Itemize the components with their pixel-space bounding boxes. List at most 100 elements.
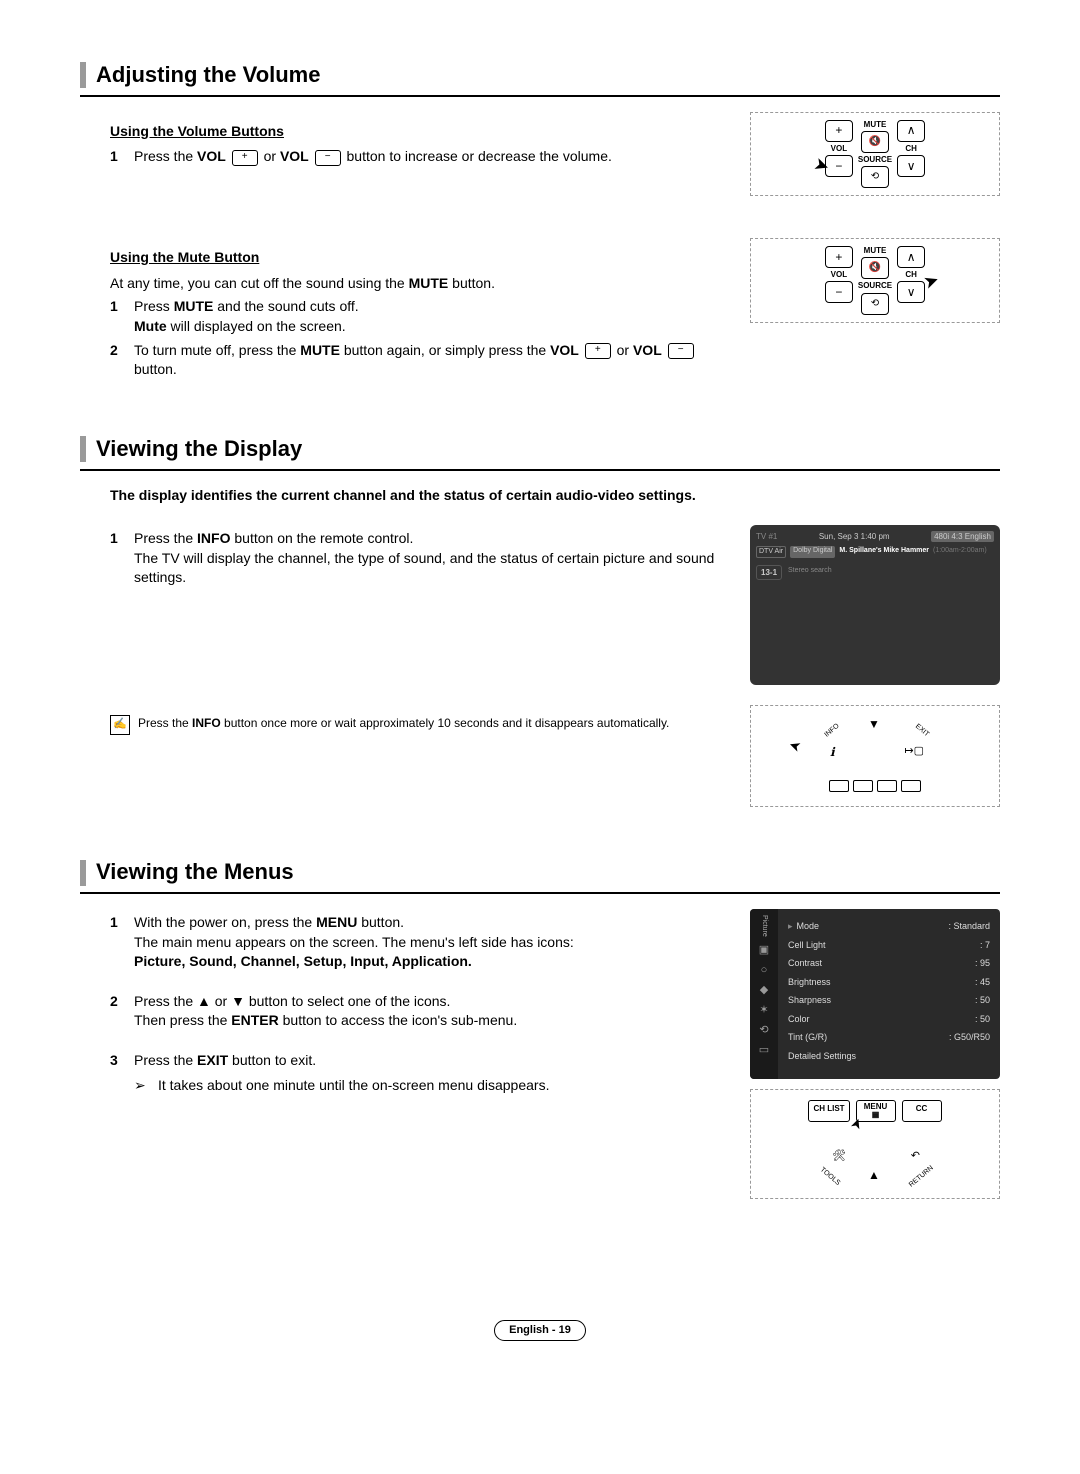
source-button: ⟲: [861, 293, 889, 315]
cc-button: CC: [902, 1100, 942, 1122]
ch-up-button: ∧: [897, 246, 925, 268]
footer: English - 19: [80, 1319, 1000, 1341]
title-text: Viewing the Menus: [96, 857, 294, 888]
menu-item: Brightness: 45: [788, 973, 990, 992]
pointer-right-icon: ➢: [134, 1076, 158, 1096]
display-row-1: 1 Press the INFO button on the remote co…: [80, 525, 1000, 685]
exit-icon: ↦▢: [904, 744, 924, 759]
step-number: 2: [110, 992, 134, 1031]
text-column: Using the Mute Button At any time, you c…: [80, 238, 730, 384]
step: 3 Press the EXIT button to exit.: [110, 1051, 730, 1071]
menu-item: Sharpness: 50: [788, 991, 990, 1010]
remote-diagram-volume: + VOL − MUTE 🔇 SOURCE ⟲ ∧ CH ∨ ➤: [750, 112, 1000, 196]
tv-info-screen: TV #1 Sun, Sep 3 1:40 pm 480i 4:3 Englis…: [750, 525, 1000, 685]
mute-button: 🔇: [861, 131, 889, 153]
note-text: Press the INFO button once more or wait …: [138, 715, 669, 732]
tv-show-title: M. Spillane's Mike Hammer: [839, 546, 929, 558]
info-i-icon: ℹ: [830, 744, 835, 761]
ch-up-button: ∧: [897, 120, 925, 142]
remote-diagram-mute: + VOL − MUTE 🔇 SOURCE ⟲ ∧ CH ∨ ➤: [750, 238, 1000, 322]
return-label: RETURN: [907, 1164, 936, 1190]
menu-grid-icon: ▦: [872, 1111, 880, 1119]
menu-item: Cell Light: 7: [788, 936, 990, 955]
text-column: ✍ Press the INFO button once more or wai…: [80, 705, 730, 735]
vol-minus-button: −: [825, 281, 853, 303]
color-buttons: [829, 780, 921, 792]
tv-title: TV #1: [756, 531, 777, 542]
step-text: Press the EXIT button to exit.: [134, 1051, 730, 1071]
step: 1 Press the VOL + or VOL − button to inc…: [110, 147, 730, 167]
mute-intro: At any time, you can cut off the sound u…: [110, 274, 730, 294]
return-icon: ↶: [911, 1149, 920, 1164]
section-volume: Adjusting the Volume Using the Volume Bu…: [80, 60, 1000, 384]
color-button: [901, 780, 921, 792]
tv-date: Sun, Sep 3 1:40 pm: [819, 531, 890, 542]
figure-column: + VOL − MUTE 🔇 SOURCE ⟲ ∧ CH ∨ ➤: [750, 112, 1000, 208]
volume-row-2: Using the Mute Button At any time, you c…: [80, 238, 1000, 384]
step-number: 1: [110, 913, 134, 972]
ch-down-button: ∨: [897, 155, 925, 177]
remote-nav-diagram-info: ▼ INFO ℹ EXIT ↦▢ ➤: [750, 705, 1000, 807]
title-accent-bar: [80, 860, 86, 886]
minus-icon: −: [668, 343, 694, 359]
tv-channel: 13-1: [756, 565, 782, 580]
step: 2 To turn mute off, press the MUTE butto…: [110, 341, 730, 380]
menu-item: Contrast: 95: [788, 954, 990, 973]
figure-column: ▼ INFO ℹ EXIT ↦▢ ➤: [750, 705, 1000, 807]
up-arrow-icon: ▼: [868, 716, 880, 733]
pointer-arrow-icon: ➤: [786, 735, 804, 757]
color-button: [829, 780, 849, 792]
picture-icon: ▣: [757, 943, 771, 957]
step-number: 3: [110, 1051, 134, 1071]
step-text: To turn mute off, press the MUTE button …: [134, 341, 730, 380]
text-column: Using the Volume Buttons 1 Press the VOL…: [80, 112, 730, 171]
menu-item: ▸Mode: Standard: [788, 917, 990, 936]
step-number: 1: [110, 147, 134, 167]
step-text: Press MUTE and the sound cuts off. Mute …: [134, 297, 730, 336]
menu-sidebar: Picture ▣ ○ ◆ ✶ ⟲ ▭: [750, 909, 778, 1079]
color-button: [877, 780, 897, 792]
volume-row-1: Using the Volume Buttons 1 Press the VOL…: [80, 112, 1000, 208]
menu-side-label: Picture: [759, 915, 769, 937]
section-title: Viewing the Display: [80, 434, 1000, 471]
step: 1 Press MUTE and the sound cuts off. Mut…: [110, 297, 730, 336]
tv-air-badge: DTV Air: [756, 546, 786, 558]
step-text: Press the VOL + or VOL − button to incre…: [134, 147, 730, 167]
step-number: 1: [110, 297, 134, 336]
arrow-note: ➢ It takes about one minute until the on…: [134, 1076, 730, 1096]
step: 1 Press the INFO button on the remote co…: [110, 529, 730, 588]
step-number: 1: [110, 529, 134, 588]
menu-item: Color: 50: [788, 1010, 990, 1029]
tv-search: Stereo search: [788, 566, 832, 576]
step-text: Press the ▲ or ▼ button to select one of…: [134, 992, 730, 1031]
menu-item: Detailed Settings: [788, 1047, 990, 1066]
note: ✍ Press the INFO button once more or wai…: [110, 715, 730, 735]
section-title: Adjusting the Volume: [80, 60, 1000, 97]
step-text: Press the INFO button on the remote cont…: [134, 529, 730, 588]
sound-icon: ○: [757, 963, 771, 977]
vol-plus-button: +: [825, 246, 853, 268]
text-column: 1 Press the INFO button on the remote co…: [80, 525, 730, 592]
exit-label: EXIT: [913, 722, 931, 740]
source-button: ⟲: [861, 166, 889, 188]
remote-nav-diagram-menu: CH LIST MENU▦ CC ▲ TOOLS 🛠 RETURN ↶ ➤: [750, 1089, 1000, 1199]
title-accent-bar: [80, 436, 86, 462]
subhead-volume-buttons: Using the Volume Buttons: [110, 122, 730, 142]
vol-plus-button: +: [825, 120, 853, 142]
subhead-mute: Using the Mute Button: [110, 248, 730, 268]
input-icon: ⟲: [757, 1023, 771, 1037]
menu-main: ▸Mode: Standard Cell Light: 7 Contrast: …: [778, 909, 1000, 1079]
step: 1 With the power on, press the MENU butt…: [110, 913, 730, 972]
menu-arrow-icon: ▸: [788, 921, 793, 931]
info-label: INFO: [823, 722, 842, 740]
plus-icon: +: [585, 343, 611, 359]
arrow-note-text: It takes about one minute until the on-s…: [158, 1076, 549, 1096]
chlist-button: CH LIST: [808, 1100, 849, 1122]
menu-screen: Picture ▣ ○ ◆ ✶ ⟲ ▭ ▸Mode: Standard Cell…: [750, 909, 1000, 1079]
tv-format-badge: 480i 4:3 English: [931, 531, 994, 542]
menus-row: 1 With the power on, press the MENU butt…: [80, 909, 1000, 1199]
section-title: Viewing the Menus: [80, 857, 1000, 894]
channel-icon: ◆: [757, 983, 771, 997]
figure-column: + VOL − MUTE 🔇 SOURCE ⟲ ∧ CH ∨ ➤: [750, 238, 1000, 334]
step: 2 Press the ▲ or ▼ button to select one …: [110, 992, 730, 1031]
